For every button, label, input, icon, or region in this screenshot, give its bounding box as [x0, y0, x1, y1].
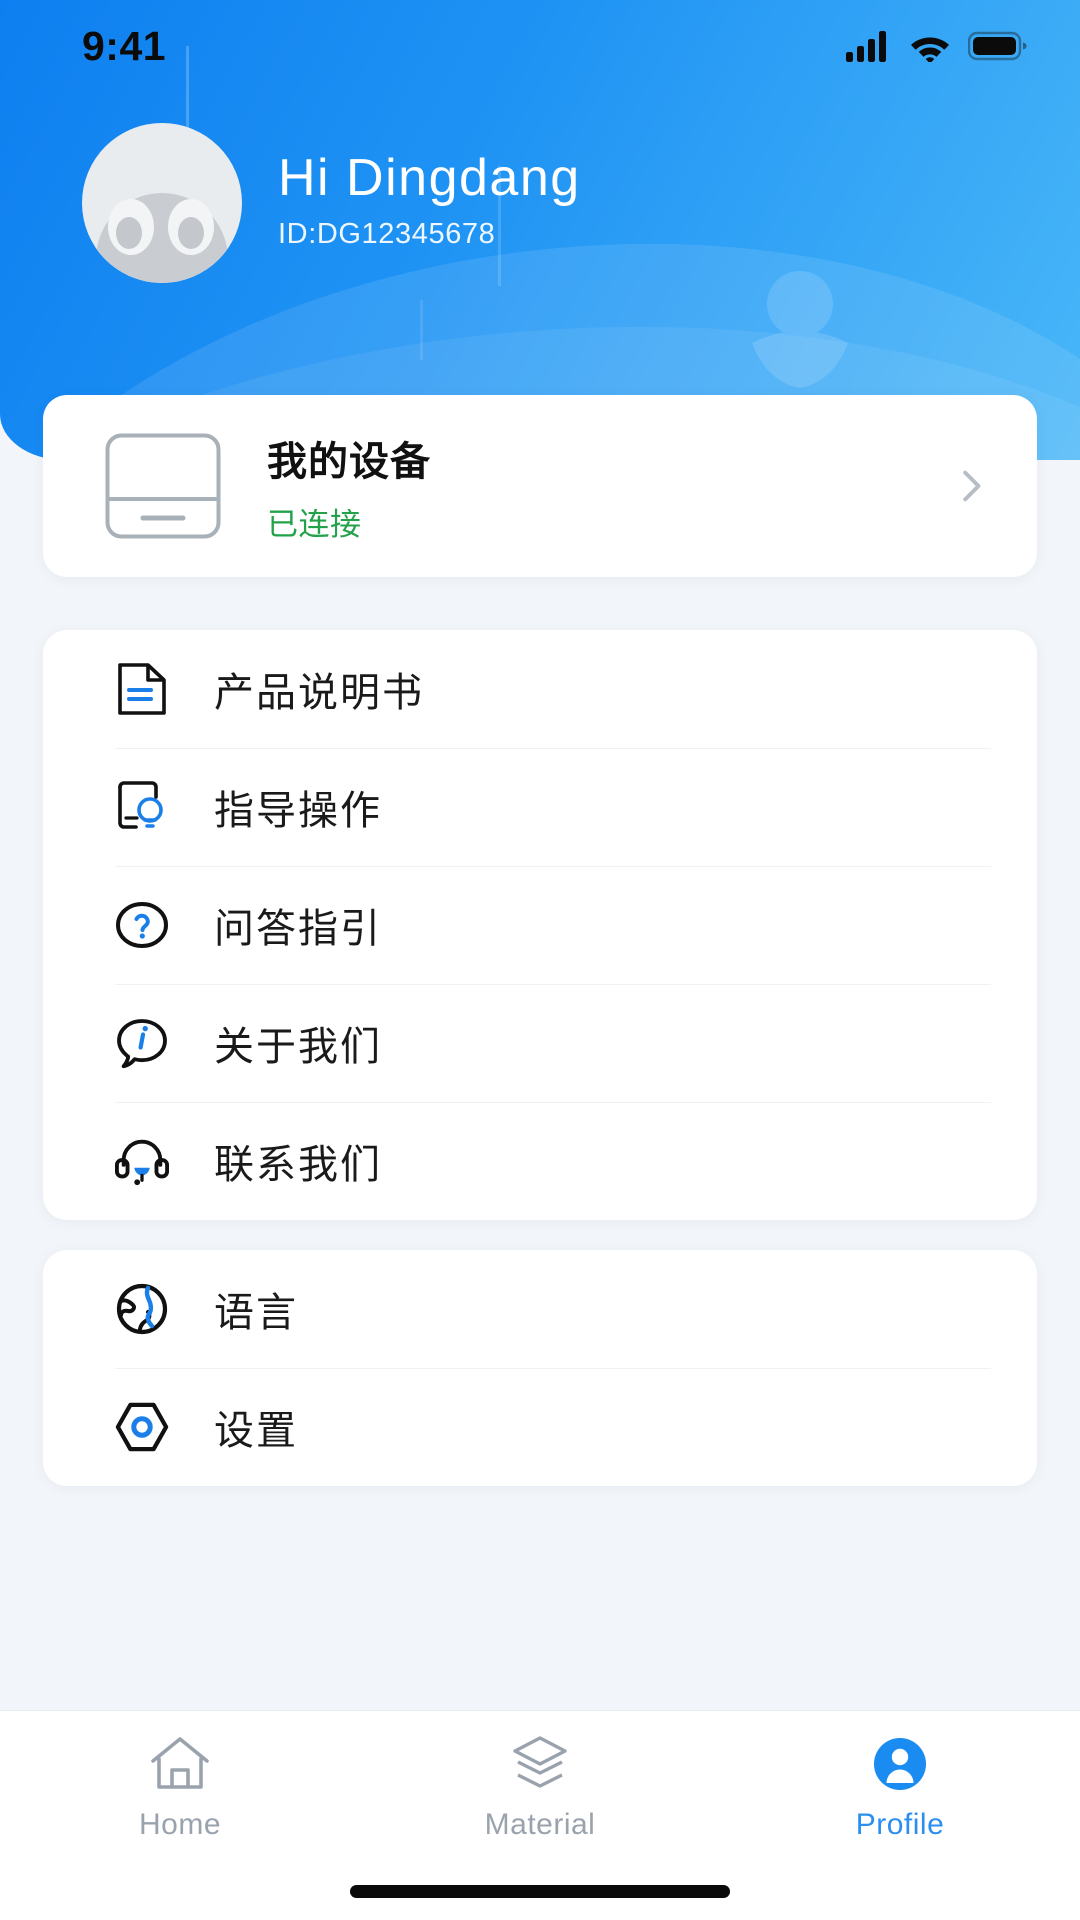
tab-profile[interactable]: Profile [720, 1733, 1080, 1842]
battery-icon [968, 31, 1028, 61]
avatar[interactable] [82, 123, 242, 283]
document-icon [115, 662, 169, 716]
menu-item-label: 语言 [214, 1280, 298, 1338]
menu-item-faq[interactable]: 问答指引 [43, 866, 1037, 984]
menu-item-label: 指导操作 [214, 778, 382, 836]
device-icon [105, 433, 221, 539]
menu-item-label: 问答指引 [214, 896, 382, 954]
question-circle-icon [115, 898, 169, 952]
profile-summary[interactable]: Hi Dingdang ID:DG12345678 [82, 123, 581, 283]
menu-item-label: 设置 [214, 1398, 298, 1456]
home-indicator [350, 1885, 730, 1898]
tab-home[interactable]: Home [0, 1733, 360, 1842]
preferences-menu-card: 语言 设置 [43, 1250, 1037, 1486]
greeting-title: Hi Dingdang [278, 149, 581, 207]
settings-hexagon-icon [115, 1400, 169, 1454]
device-status-label: 已连接 [267, 499, 951, 544]
profile-text-block: Hi Dingdang ID:DG12345678 [278, 149, 581, 256]
my-device-card[interactable]: 我的设备 已连接 [43, 395, 1037, 577]
menu-item-settings[interactable]: 设置 [43, 1368, 1037, 1486]
menu-item-label: 关于我们 [214, 1014, 382, 1072]
device-meta: 我的设备 已连接 [267, 429, 951, 544]
headset-icon [115, 1134, 169, 1188]
brand-watermark-icon [720, 250, 880, 400]
guide-bulb-icon [115, 780, 169, 834]
profile-person-icon [869, 1733, 931, 1795]
avatar-pupil-right [178, 217, 204, 249]
info-bubble-icon [115, 1016, 169, 1070]
globe-icon [115, 1282, 169, 1336]
support-menu-card: 产品说明书 指导操作 问答指引 [43, 630, 1037, 1220]
avatar-pupil-left [116, 217, 142, 249]
menu-item-label: 产品说明书 [214, 660, 424, 718]
tab-label: Profile [856, 1808, 945, 1842]
menu-item-language[interactable]: 语言 [43, 1250, 1037, 1368]
home-icon [149, 1733, 211, 1795]
device-title: 我的设备 [267, 429, 951, 487]
menu-item-product-manual[interactable]: 产品说明书 [43, 630, 1037, 748]
tab-material[interactable]: Material [360, 1733, 720, 1842]
user-id-label: ID:DG12345678 [278, 218, 581, 251]
menu-item-label: 联系我们 [214, 1132, 382, 1190]
tab-label: Material [485, 1808, 596, 1842]
tab-label: Home [139, 1808, 221, 1842]
chevron-right-icon[interactable] [951, 466, 991, 506]
status-bar-time: 9:41 [82, 23, 166, 70]
cellular-signal-icon [846, 30, 892, 62]
menu-item-guided-operation[interactable]: 指导操作 [43, 748, 1037, 866]
menu-item-about-us[interactable]: 关于我们 [43, 984, 1037, 1102]
layers-icon [509, 1733, 571, 1795]
menu-item-contact-us[interactable]: 联系我们 [43, 1102, 1037, 1220]
status-bar: 9:41 [0, 0, 1080, 92]
status-bar-indicators [846, 30, 1028, 62]
wifi-icon [908, 30, 952, 62]
